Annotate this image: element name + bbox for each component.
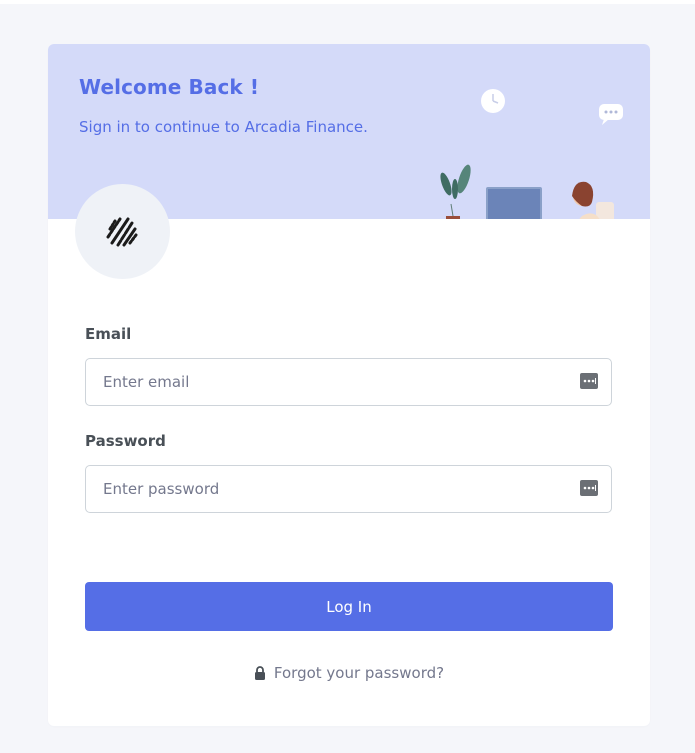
password-label: Password — [85, 432, 166, 450]
login-card: Welcome Back ! Sign in to continue to Ar… — [48, 44, 650, 726]
striped-circle-logo-icon — [106, 217, 138, 247]
person-at-desk-illustration — [440, 89, 623, 219]
email-label: Email — [85, 325, 132, 343]
welcome-title: Welcome Back ! — [79, 75, 260, 99]
login-button[interactable]: Log In — [85, 582, 613, 631]
logo-avatar — [75, 184, 170, 279]
forgot-password-text: Forgot your password? — [273, 664, 445, 682]
password-field-wrapper — [85, 465, 612, 513]
forgot-password-link[interactable]: Forgot your password? — [48, 664, 650, 682]
password-manager-key-icon[interactable] — [580, 373, 598, 389]
password-manager-key-icon[interactable] — [580, 480, 598, 496]
password-input[interactable] — [86, 466, 546, 512]
welcome-subtitle: Sign in to continue to Arcadia Finance. — [79, 118, 368, 136]
email-field-wrapper — [85, 358, 612, 406]
lock-icon — [254, 666, 265, 680]
email-input[interactable] — [86, 359, 546, 405]
page-top-strip — [0, 0, 695, 4]
